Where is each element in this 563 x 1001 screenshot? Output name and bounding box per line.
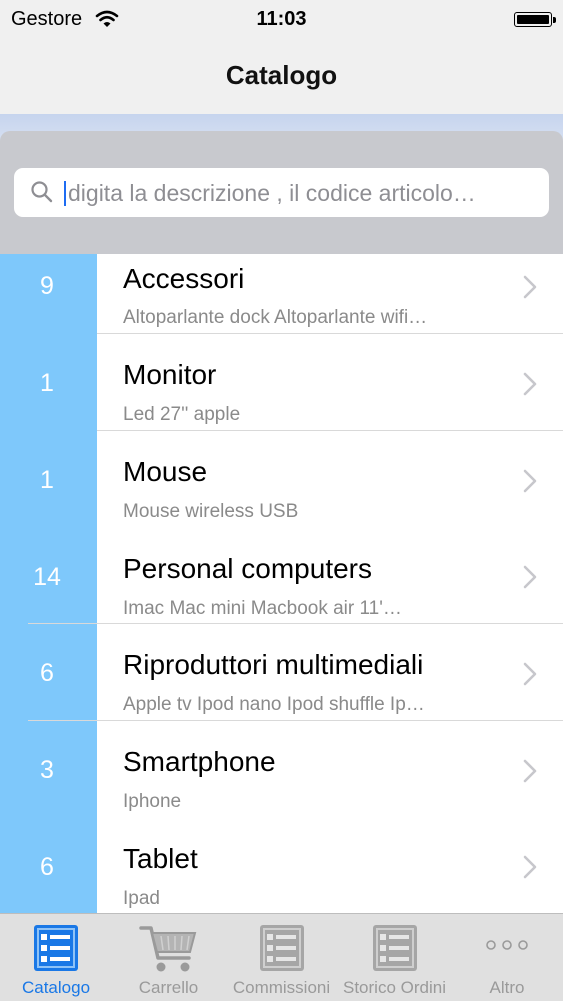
- tab-carrello[interactable]: Carrello: [112, 914, 225, 1001]
- tab-label: Catalogo: [21, 978, 91, 997]
- text-cursor: [64, 181, 66, 206]
- tab-altro[interactable]: Altro: [451, 914, 563, 1001]
- tab-commissioni[interactable]: Commissioni: [225, 914, 338, 1001]
- chevron-right-icon: [523, 275, 537, 299]
- list-icon: [34, 925, 78, 971]
- status-bar: Gestore 11:03: [0, 0, 563, 40]
- item-subtitle: Altoparlante dock Altoparlante wifi…: [123, 307, 428, 328]
- tab-label: Commissioni: [232, 978, 331, 997]
- item-count: 1: [40, 466, 54, 494]
- tab-bar: Catalogo Carrello Commissioni Storico Or…: [0, 913, 563, 1001]
- clock: 11:03: [256, 8, 307, 30]
- more-icon: [486, 940, 528, 950]
- list-item[interactable]: 6 Riproduttori multimediali Apple tv Ipo…: [0, 624, 563, 721]
- item-subtitle: Mouse wireless USB: [123, 501, 299, 522]
- tab-storico-ordini[interactable]: Storico Ordini: [338, 914, 451, 1001]
- list-item[interactable]: 1 Monitor Led 27'' apple: [0, 334, 563, 431]
- item-subtitle: Led 27'' apple: [123, 404, 241, 425]
- list-item[interactable]: 3 Smartphone Iphone: [0, 721, 563, 818]
- search-input[interactable]: digita la descrizione , il codice artico…: [14, 168, 549, 217]
- item-count: 9: [40, 272, 54, 300]
- list-item[interactable]: 6 Tablet Ipad: [0, 817, 563, 913]
- page-title: Catalogo: [225, 60, 338, 90]
- search-panel: digita la descrizione , il codice artico…: [0, 131, 563, 254]
- list-item[interactable]: 14 Personal computers Imac Mac mini Macb…: [0, 527, 563, 624]
- item-title: Monitor: [123, 359, 217, 390]
- item-title: Mouse: [123, 456, 208, 487]
- chevron-right-icon: [523, 855, 537, 879]
- item-title: Smartphone: [123, 746, 276, 777]
- search-icon: [31, 181, 53, 203]
- chevron-right-icon: [523, 759, 537, 783]
- item-title: Accessori: [123, 263, 245, 294]
- list-icon: [372, 925, 417, 971]
- chevron-right-icon: [523, 662, 537, 686]
- navigation-bar: Catalogo: [0, 40, 563, 114]
- list-item[interactable]: 1 Mouse Mouse wireless USB: [0, 431, 563, 528]
- tab-label: Carrello: [138, 978, 199, 997]
- item-title: Riproduttori multimediali: [123, 649, 424, 680]
- item-count: 1: [40, 369, 54, 397]
- tab-label: Storico Ordini: [343, 978, 446, 997]
- item-subtitle: Iphone: [123, 791, 182, 812]
- tab-catalogo[interactable]: Catalogo: [0, 914, 112, 1001]
- item-subtitle: Ipad: [123, 888, 160, 909]
- tab-label: Altro: [489, 978, 525, 997]
- battery-icon: [514, 12, 556, 27]
- item-title: Tablet: [123, 843, 198, 874]
- item-count: 3: [40, 756, 54, 784]
- cart-icon: [138, 926, 196, 972]
- item-subtitle: Imac Mac mini Macbook air 11'…: [123, 598, 402, 619]
- item-count: 6: [40, 853, 54, 881]
- chevron-right-icon: [523, 469, 537, 493]
- item-count: 6: [40, 659, 54, 687]
- list-icon: [259, 925, 304, 971]
- category-list[interactable]: 9 Accessori Altoparlante dock Altoparlan…: [0, 254, 563, 913]
- item-subtitle: Apple tv Ipod nano Ipod shuffle Ip…: [123, 694, 425, 715]
- chevron-right-icon: [523, 372, 537, 396]
- item-title: Personal computers: [123, 553, 373, 584]
- chevron-right-icon: [523, 565, 537, 589]
- item-count: 14: [33, 563, 61, 591]
- search-placeholder: digita la descrizione , il codice artico…: [68, 180, 476, 206]
